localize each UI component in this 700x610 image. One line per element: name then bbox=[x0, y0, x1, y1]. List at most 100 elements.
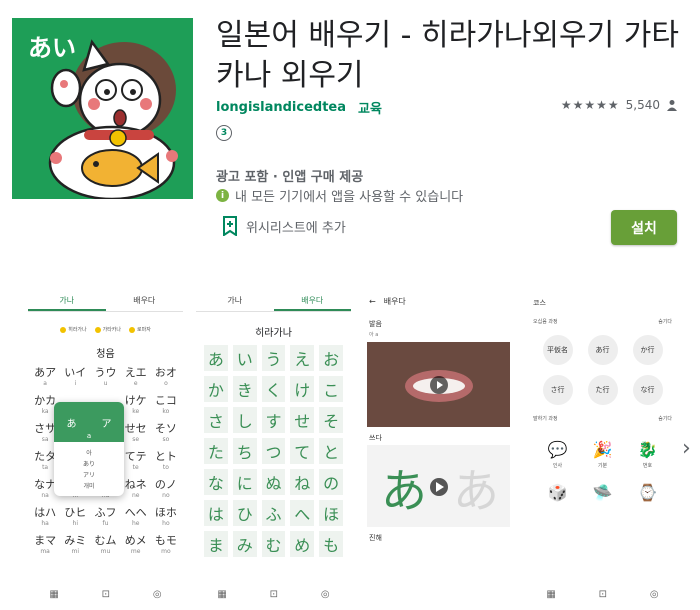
popup-word: アリ bbox=[82, 472, 95, 479]
hiragana-cell[interactable]: の bbox=[319, 469, 343, 495]
kana-romaji: u bbox=[103, 380, 108, 387]
hiragana-cell[interactable]: か bbox=[204, 376, 228, 402]
app-detail-page: あい 일본어 배우기 - 히라가나외우기 가타카나 외우기 longisland… bbox=[0, 0, 700, 610]
hiragana-cell[interactable]: え bbox=[290, 345, 315, 371]
kana-cell[interactable]: むム mu bbox=[92, 534, 118, 558]
filter-label: 로마자 bbox=[137, 327, 151, 333]
nav-kana-icon: ▦ bbox=[546, 589, 556, 600]
hiragana-cell[interactable]: む bbox=[261, 531, 286, 557]
kana-glyph: おオ bbox=[154, 366, 177, 379]
screenshot-2[interactable]: 가나 배우다 히라가나 あいうえおかきくけこさしすせそたちつてとなにぬねのはひふ… bbox=[196, 290, 351, 610]
kana-cell[interactable]: せセ se bbox=[123, 422, 149, 446]
hiragana-cell[interactable]: な bbox=[204, 469, 228, 495]
lesson-tile[interactable]: ⌚ bbox=[635, 479, 661, 505]
kana-cell[interactable]: みミ mi bbox=[62, 534, 88, 558]
hiragana-cell[interactable]: へ bbox=[290, 500, 315, 526]
hiragana-cell[interactable]: け bbox=[290, 376, 315, 402]
hiragana-cell[interactable]: た bbox=[204, 438, 228, 464]
hiragana-cell[interactable]: も bbox=[319, 531, 343, 557]
kana-cell[interactable]: ふフ fu bbox=[92, 506, 118, 530]
chevron-right-icon[interactable]: › bbox=[682, 436, 691, 461]
check-icon bbox=[94, 326, 101, 333]
popup-word: 아 bbox=[86, 450, 92, 457]
hiragana-cell[interactable]: め bbox=[290, 531, 315, 557]
hiragana-cell[interactable]: み bbox=[232, 531, 257, 557]
nav-kana-icon: ▦ bbox=[217, 589, 227, 600]
developer-link[interactable]: longislandicedtea bbox=[216, 100, 346, 115]
age-rating-badge[interactable]: 3 bbox=[216, 125, 232, 141]
hiragana-cell[interactable]: と bbox=[319, 438, 343, 464]
kana-cell[interactable]: あア a bbox=[32, 366, 58, 390]
screenshot-3[interactable]: ← 배우다 발음 아 a 쓰다 あ あ 진해 bbox=[361, 290, 516, 610]
lesson-tile[interactable]: 🎲 bbox=[545, 479, 571, 505]
hiragana-cell[interactable]: ひ bbox=[232, 500, 257, 526]
kana-cell[interactable]: けケ ke bbox=[123, 394, 149, 418]
hiragana-cell[interactable]: は bbox=[204, 500, 228, 526]
hiragana-cell[interactable]: ち bbox=[232, 438, 257, 464]
hiragana-cell[interactable]: く bbox=[261, 376, 286, 402]
wishlist-label: 위시리스트에 추가 bbox=[246, 220, 346, 236]
course-row-label: 오십음 과정 bbox=[533, 319, 558, 325]
hiragana-cell[interactable]: こ bbox=[319, 376, 343, 402]
kana-cell[interactable]: てテ te bbox=[123, 450, 149, 474]
kana-cell[interactable]: めメ me bbox=[123, 534, 149, 558]
lesson-tile-icon: 🎲 bbox=[547, 482, 568, 502]
category-link[interactable]: 교육 bbox=[358, 98, 382, 117]
wishlist-button[interactable]: 위시리스트에 추가 bbox=[222, 216, 346, 236]
hiragana-cell[interactable]: つ bbox=[261, 438, 286, 464]
nav-train-icon: ⊡ bbox=[598, 589, 608, 600]
lesson-tile[interactable]: 🛸 bbox=[590, 479, 616, 505]
install-button[interactable]: 설치 bbox=[611, 210, 677, 245]
kana-cell[interactable]: こコ ko bbox=[153, 394, 179, 418]
hiragana-cell[interactable]: て bbox=[290, 438, 315, 464]
kana-cell[interactable]: ほホ ho bbox=[153, 506, 179, 530]
kana-romaji: e bbox=[133, 380, 138, 387]
lesson-tile[interactable]: 🐉 번호 bbox=[635, 436, 661, 470]
hiragana-cell[interactable]: そ bbox=[319, 407, 343, 433]
kana-cell[interactable]: うウ u bbox=[92, 366, 118, 390]
hiragana-cell[interactable]: ふ bbox=[261, 500, 286, 526]
hiragana-cell[interactable]: お bbox=[319, 345, 343, 371]
lesson-circle[interactable]: か行 bbox=[632, 335, 663, 365]
lesson-circle[interactable]: た行 bbox=[587, 375, 618, 405]
kana-cell[interactable]: おオ o bbox=[153, 366, 179, 390]
hiragana-cell[interactable]: ま bbox=[204, 531, 228, 557]
lesson-tile[interactable]: 💬 인사 bbox=[545, 436, 571, 470]
kana-cell[interactable]: はハ ha bbox=[32, 506, 58, 530]
lesson-tile[interactable]: 🎉 기분 bbox=[590, 436, 616, 470]
course-row-action: 숨기다 bbox=[658, 319, 672, 325]
kana-cell[interactable]: ねネ ne bbox=[123, 478, 149, 502]
kana-cell[interactable]: のノ no bbox=[153, 478, 179, 502]
kana-cell[interactable]: いイ i bbox=[62, 366, 88, 390]
hiragana-cell[interactable]: さ bbox=[204, 407, 228, 433]
kana-cell[interactable]: まマ ma bbox=[32, 534, 58, 558]
hiragana-cell[interactable]: あ bbox=[204, 345, 228, 371]
hiragana-cell[interactable]: に bbox=[232, 469, 257, 495]
kana-cell[interactable]: えエ e bbox=[123, 366, 149, 390]
hiragana-cell[interactable]: ほ bbox=[319, 500, 343, 526]
hiragana-cell[interactable]: せ bbox=[290, 407, 315, 433]
screenshot-4[interactable]: 코스 오십음 과정 숨기다 平仮名 あ行 か行 さ行 た行 な行 말하기 과정 숨기다 💬… bbox=[525, 290, 680, 610]
lesson-circle[interactable]: あ行 bbox=[587, 335, 618, 365]
kana-cell[interactable]: そソ so bbox=[153, 422, 179, 446]
kana-cell[interactable]: もモ mo bbox=[153, 534, 179, 558]
popup-word: あり bbox=[82, 461, 95, 468]
kana-glyph: むム bbox=[94, 534, 117, 547]
lesson-circle[interactable]: 平仮名 bbox=[542, 335, 573, 365]
check-icon bbox=[60, 326, 67, 333]
hiragana-cell[interactable]: い bbox=[232, 345, 257, 371]
kana-cell[interactable]: とト to bbox=[153, 450, 179, 474]
hiragana-cell[interactable]: う bbox=[261, 345, 286, 371]
kana-glyph: えエ bbox=[124, 366, 147, 379]
kana-cell[interactable]: ひヒ hi bbox=[62, 506, 88, 530]
hiragana-cell[interactable]: ね bbox=[290, 469, 315, 495]
lesson-circle[interactable]: な行 bbox=[632, 375, 663, 405]
section-title: 히라가나 bbox=[255, 328, 292, 339]
hiragana-cell[interactable]: ぬ bbox=[261, 469, 286, 495]
hiragana-cell[interactable]: き bbox=[232, 376, 257, 402]
hiragana-cell[interactable]: し bbox=[232, 407, 257, 433]
lesson-circle[interactable]: さ行 bbox=[542, 375, 573, 405]
hiragana-cell[interactable]: す bbox=[261, 407, 286, 433]
kana-cell[interactable]: へヘ he bbox=[123, 506, 149, 530]
screenshot-1[interactable]: 가나 배우다 히라가나 가타카나 로마자 청음 あア a いイ i うウ u えエ e おオ o か… bbox=[28, 290, 183, 610]
